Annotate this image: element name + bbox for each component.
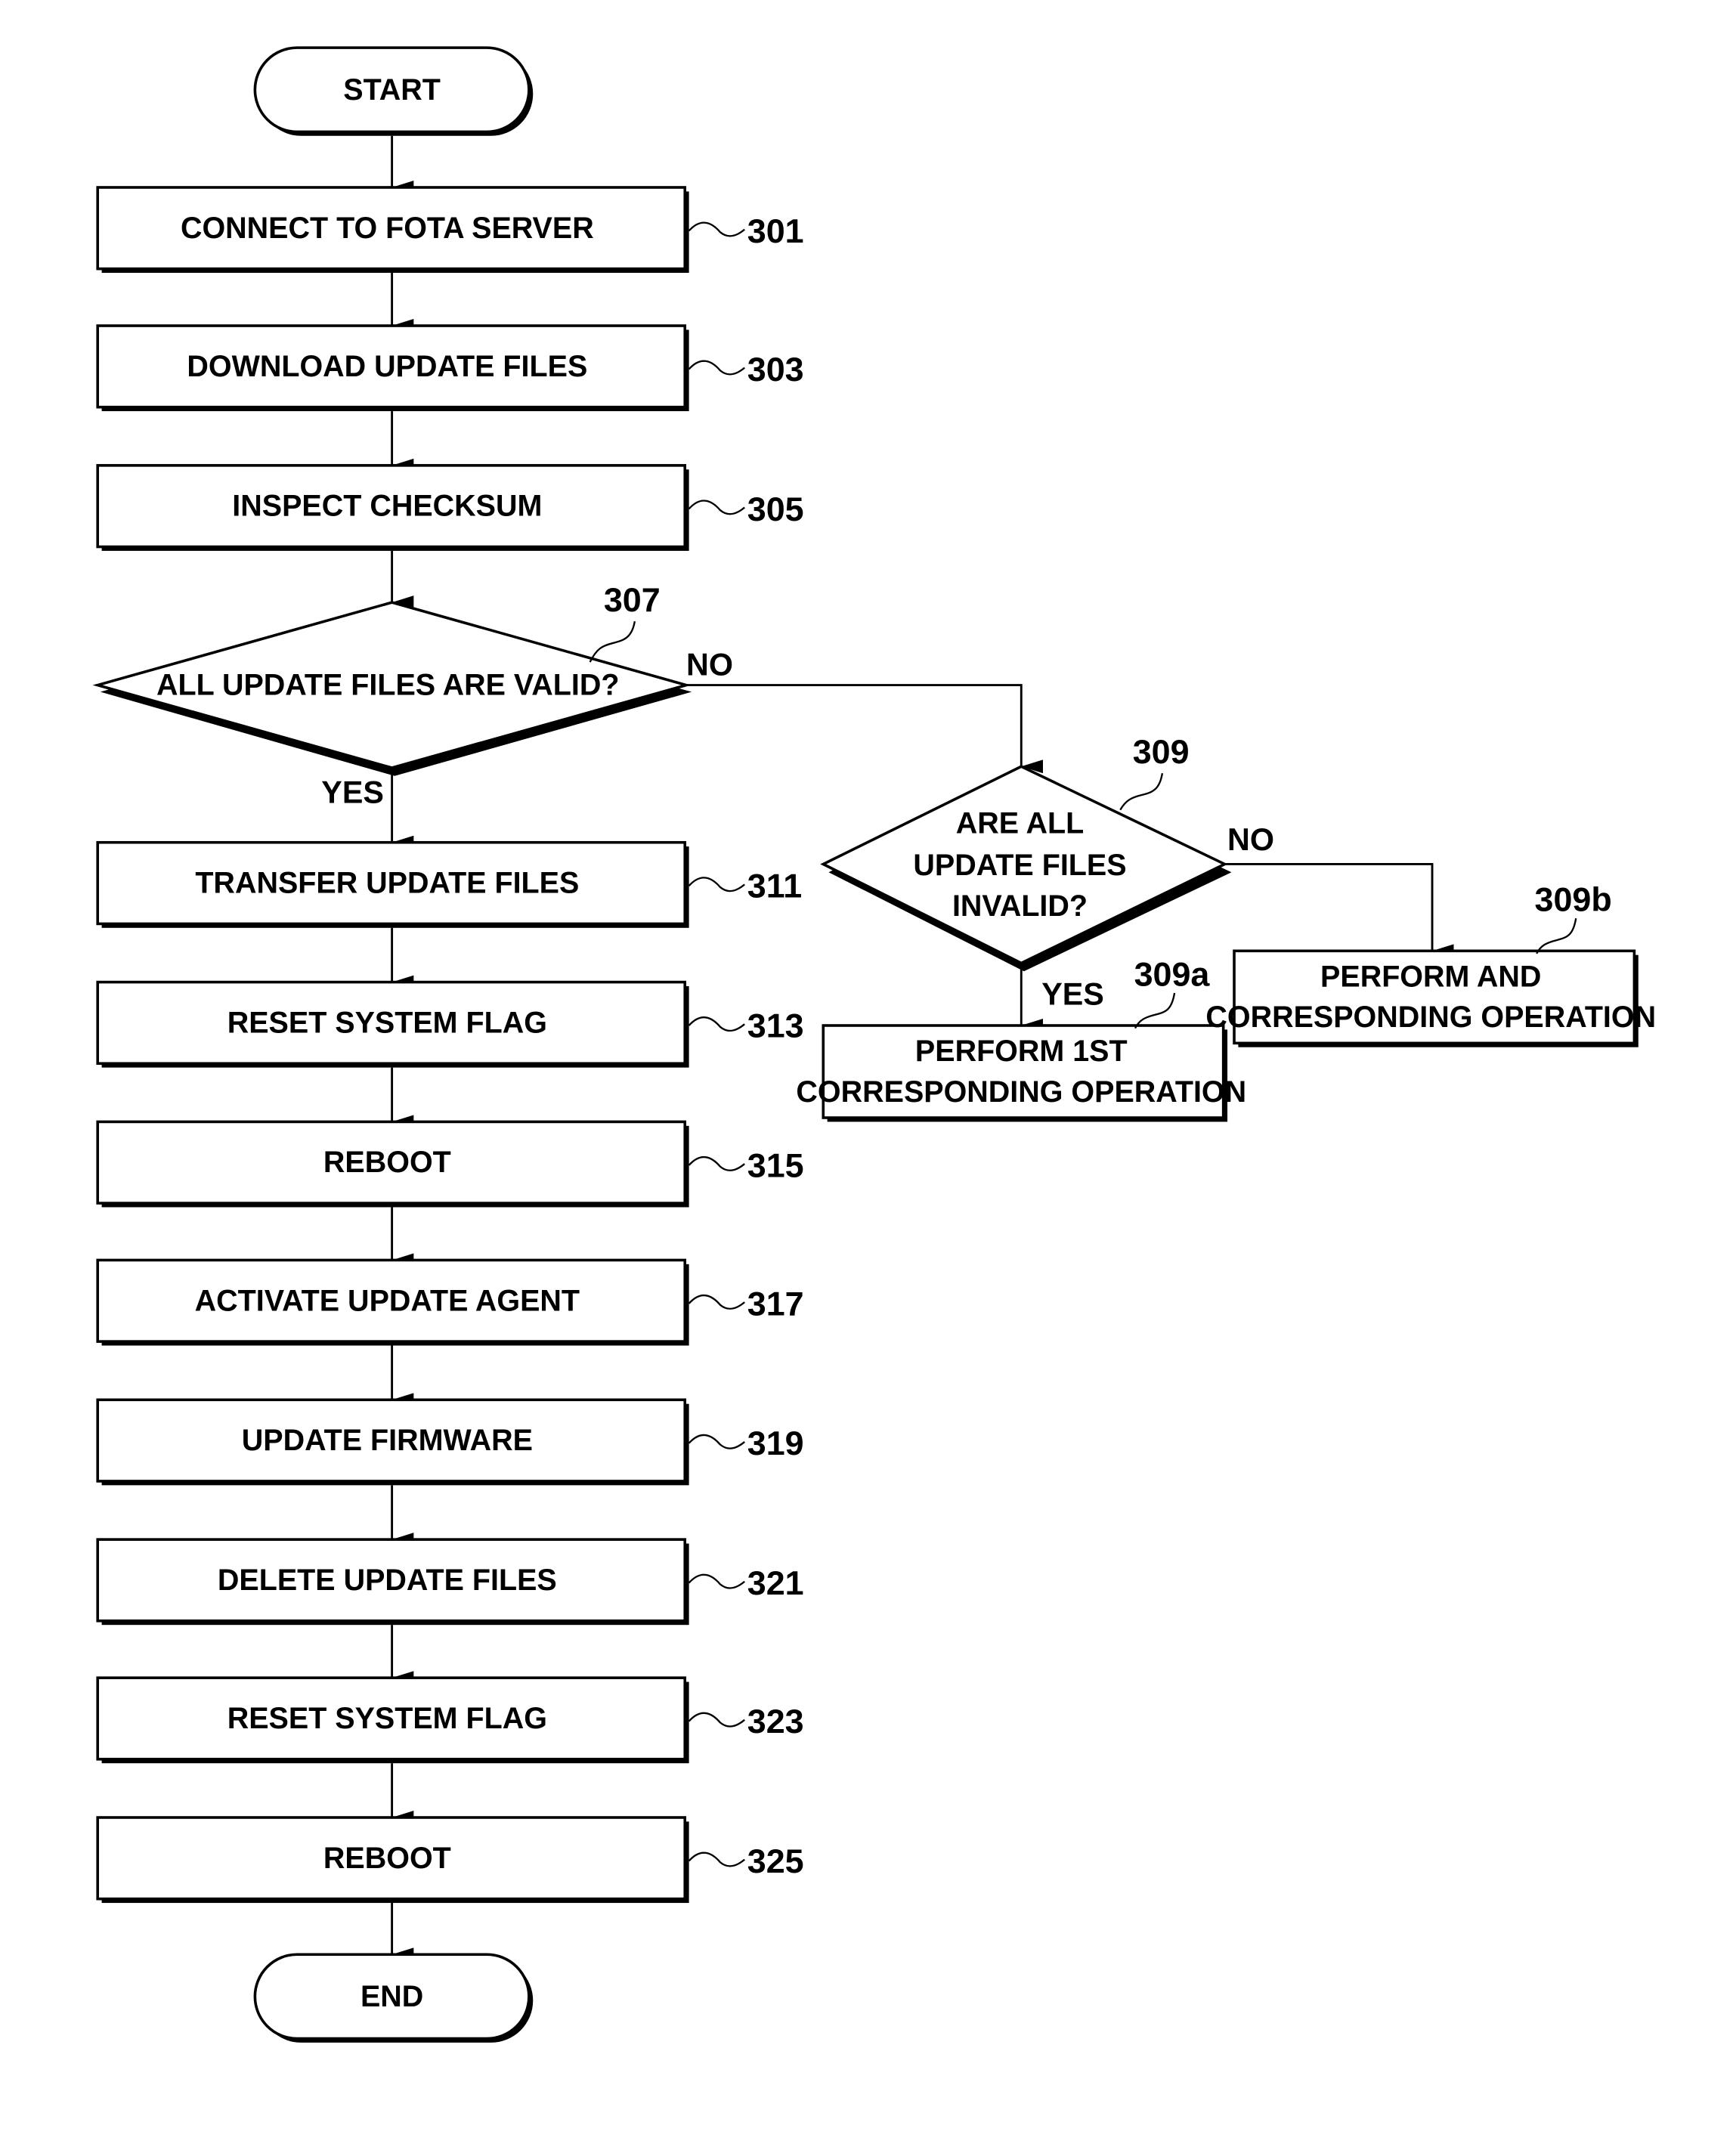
decision-307-no-label: NO	[686, 648, 733, 682]
leader-line	[688, 360, 745, 376]
step-ref: 323	[747, 1702, 804, 1740]
decision-309-line-1: ARE ALL	[956, 807, 1085, 840]
step-label: UPDATE FIRMWARE	[242, 1424, 533, 1457]
step-309a-line-2: CORRESPONDING OPERATION	[796, 1075, 1246, 1109]
leader-line	[688, 1573, 745, 1589]
leader-line	[688, 1434, 745, 1449]
step-ref: 311	[747, 867, 802, 905]
start-label: START	[343, 73, 441, 107]
leader-line-309	[1119, 773, 1164, 811]
step-301: CONNECT TO FOTA SERVER 301	[96, 186, 804, 274]
flowchart: START CONNECT TO FOTA SERVER 301 DOWNLOAD …	[92, 46, 1656, 2043]
step-label: ACTIVATE UPDATE AGENT	[195, 1284, 580, 1317]
decision-307-ref: 307	[604, 580, 661, 619]
step-309a-line-1: PERFORM 1ST	[915, 1035, 1128, 1068]
step-ref: 325	[747, 1842, 804, 1880]
leader-line	[688, 500, 745, 515]
step-325: REBOOT 325	[96, 1816, 804, 1904]
step-ref: 319	[747, 1424, 804, 1462]
step-ref: 317	[747, 1284, 804, 1322]
leader-line	[688, 1851, 745, 1867]
step-ref: 321	[747, 1564, 804, 1602]
decision-307-yes-label: YES	[321, 775, 384, 809]
arrow-309-no-309b	[1224, 863, 1454, 958]
leader-line-309a	[1134, 992, 1176, 1029]
step-309b: PERFORM AND CORRESPONDING OPERATION 309b	[1205, 880, 1656, 1047]
step-ref: 303	[747, 350, 804, 388]
step-label: INSPECT CHECKSUM	[232, 490, 542, 523]
step-label: REBOOT	[323, 1146, 451, 1179]
step-319: UPDATE FIRMWARE 319	[96, 1398, 804, 1486]
step-317: ACTIVATE UPDATE AGENT 317	[96, 1258, 804, 1346]
end-terminal: END	[253, 1953, 534, 2043]
step-305: INSPECT CHECKSUM 305	[96, 464, 804, 551]
decision-309-no-label: NO	[1227, 822, 1274, 857]
decision-307-label: ALL UPDATE FILES ARE VALID?	[156, 669, 620, 702]
step-label: RESET SYSTEM FLAG	[227, 1006, 547, 1039]
leader-line-307	[589, 621, 636, 663]
arrow-307-no-309	[686, 684, 1043, 774]
step-ref: 301	[747, 212, 804, 250]
step-ref: 305	[747, 490, 804, 528]
leader-line	[688, 877, 745, 892]
leader-line	[688, 1156, 745, 1171]
step-label: REBOOT	[323, 1842, 451, 1875]
decision-309-yes-label: YES	[1041, 977, 1104, 1012]
step-323: RESET SYSTEM FLAG 323	[96, 1676, 804, 1764]
step-309b-line-1: PERFORM AND	[1320, 960, 1541, 993]
leader-line	[688, 221, 745, 237]
leader-line	[688, 1016, 745, 1032]
decision-309-ref: 309	[1133, 732, 1190, 771]
step-label: RESET SYSTEM FLAG	[227, 1702, 547, 1735]
decision-309-line-3: INVALID?	[952, 889, 1088, 923]
step-309b-line-2: CORRESPONDING OPERATION	[1205, 1001, 1656, 1034]
leader-line-309b	[1536, 918, 1577, 954]
step-309b-ref: 309b	[1535, 880, 1612, 919]
leader-line	[688, 1295, 745, 1310]
end-label: END	[361, 1980, 423, 2013]
step-311: TRANSFER UPDATE FILES 311	[96, 840, 802, 928]
step-label: DOWNLOAD UPDATE FILES	[187, 350, 587, 383]
step-321: DELETE UPDATE FILES 321	[96, 1538, 804, 1626]
step-303: DOWNLOAD UPDATE FILES 303	[96, 324, 804, 412]
decision-309-line-2: UPDATE FILES	[913, 849, 1126, 882]
start-terminal: START	[253, 46, 534, 136]
leader-line	[688, 1712, 745, 1728]
decision-307: ALL UPDATE FILES ARE VALID? 307 NO YES	[92, 580, 733, 809]
main-steps: CONNECT TO FOTA SERVER 301 DOWNLOAD UPDATE…	[96, 186, 804, 1904]
step-label: DELETE UPDATE FILES	[218, 1564, 557, 1597]
step-ref: 313	[747, 1006, 804, 1044]
step-label: TRANSFER UPDATE FILES	[195, 867, 579, 900]
step-313: RESET SYSTEM FLAG 313	[96, 980, 804, 1068]
step-label: CONNECT TO FOTA SERVER	[181, 212, 594, 245]
step-ref: 315	[747, 1146, 804, 1184]
step-315: REBOOT 315	[96, 1120, 804, 1208]
step-309a-ref: 309a	[1134, 954, 1211, 993]
